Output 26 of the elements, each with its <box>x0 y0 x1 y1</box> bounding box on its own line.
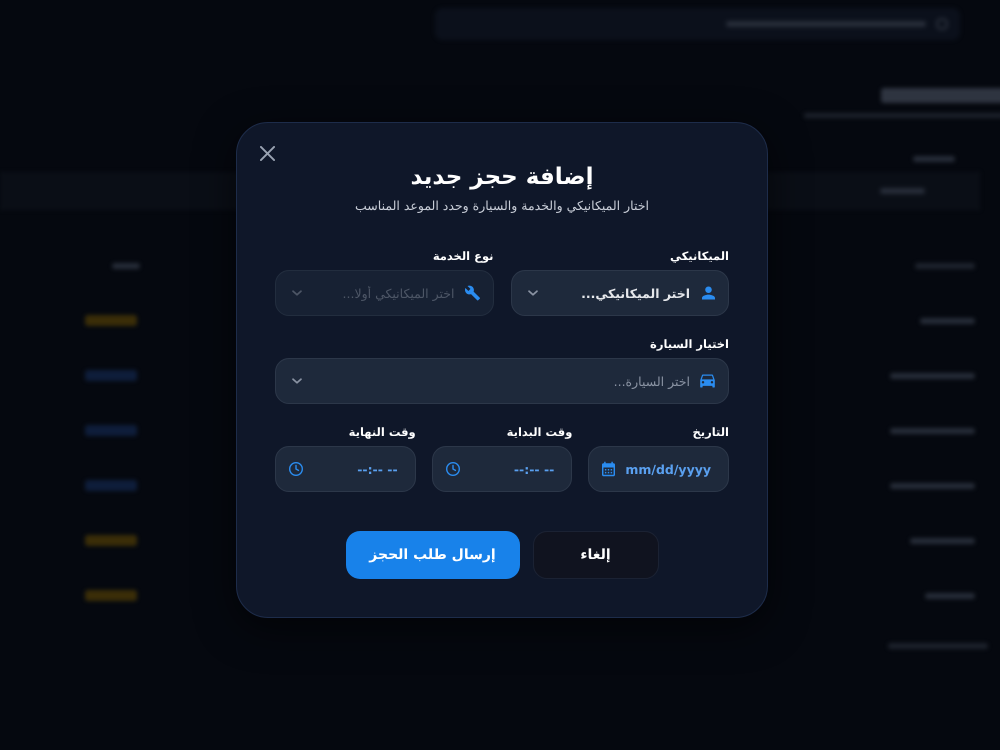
wrench-icon <box>464 286 480 300</box>
dialog-subtitle: اختار الميكانيكي والخدمة والسيارة وحدد الموعد المناسب <box>354 197 650 215</box>
submit-button[interactable]: إرسال طلب الحجز <box>346 531 520 579</box>
calendar-icon <box>602 462 616 476</box>
car-icon <box>700 374 715 388</box>
field-label: وقت النهاية <box>348 424 416 440</box>
person-icon <box>702 286 715 300</box>
chevron-down-icon <box>292 378 302 384</box>
field-label: اختيار السيارة <box>649 336 729 352</box>
field-label: الميكانيكي <box>668 248 729 264</box>
chevron-down-icon <box>528 290 538 296</box>
mechanic-select[interactable]: اختر الميكانيكي... <box>510 270 729 316</box>
field-label: وقت البداية <box>506 424 572 440</box>
time-field[interactable]: --:-- -- <box>432 446 572 492</box>
clock-icon <box>289 462 303 476</box>
time-field[interactable]: --:-- -- <box>275 446 416 492</box>
close-icon <box>260 146 275 161</box>
close-button[interactable] <box>260 146 275 161</box>
car-select[interactable]: اختر السيارة... <box>275 358 729 404</box>
date-field[interactable]: mm/dd/yyyy <box>588 446 729 492</box>
dialog-title: إضافة حجز جديد <box>409 163 594 192</box>
clock-icon <box>446 462 460 476</box>
chevron-down-icon <box>292 290 302 296</box>
field-label: نوع الخدمة <box>432 248 494 264</box>
field-label: التاريخ <box>692 424 729 440</box>
cancel-button[interactable]: إلغاء <box>532 531 658 579</box>
